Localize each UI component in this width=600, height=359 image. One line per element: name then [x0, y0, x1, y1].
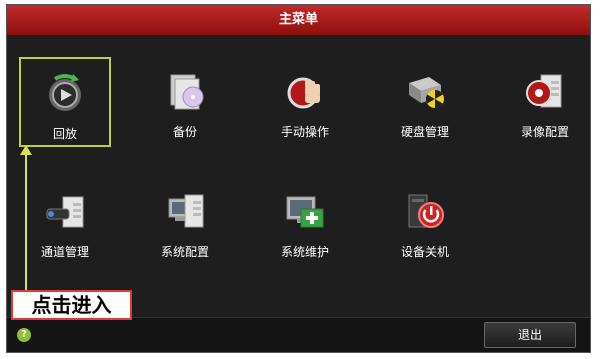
- menu-item-label: 录像配置: [520, 125, 569, 139]
- menu-item-system-maintenance[interactable]: 系统维护: [259, 177, 351, 267]
- help-icon[interactable]: ?: [17, 328, 31, 342]
- menu-item-system-config[interactable]: 系统配置: [139, 177, 231, 267]
- menu-item-label: 备份: [172, 125, 197, 139]
- disk-management-icon: [403, 69, 447, 113]
- menu-item-backup[interactable]: 备份: [139, 57, 231, 147]
- annotation-arrow-line: [25, 152, 27, 290]
- menu-item-label: 系统维护: [280, 245, 329, 259]
- menu-item-disk-management[interactable]: 硬盘管理: [379, 57, 471, 147]
- window-title: 主菜单: [7, 5, 590, 35]
- exit-button[interactable]: 退出: [484, 322, 576, 348]
- playback-icon: [43, 71, 87, 115]
- menu-item-label: 硬盘管理: [400, 125, 449, 139]
- menu-item-playback[interactable]: 回放: [19, 57, 111, 147]
- menu-item-shutdown[interactable]: 设备关机: [379, 177, 471, 267]
- shutdown-icon: [403, 189, 447, 233]
- menu-grid: 回放 备份 手动操作 硬盘管理 录像配置 通道管理 系统配置 系统维护 设备关机: [7, 35, 590, 315]
- record-config-icon: [523, 69, 567, 113]
- menu-footer: ? 退出: [7, 317, 590, 352]
- channel-management-icon: [43, 189, 87, 233]
- menu-item-label: 手动操作: [280, 125, 329, 139]
- menu-item-channel-management[interactable]: 通道管理: [19, 177, 111, 267]
- menu-item-record-config[interactable]: 录像配置: [499, 57, 591, 147]
- annotation-callout: 点击进入: [11, 290, 132, 320]
- backup-icon: [163, 69, 207, 113]
- menu-item-label: 设备关机: [400, 245, 449, 259]
- menu-item-label: 系统配置: [160, 245, 209, 259]
- menu-item-manual-operation[interactable]: 手动操作: [259, 57, 351, 147]
- manual-operation-icon: [283, 69, 327, 113]
- menu-item-label: 通道管理: [40, 245, 89, 259]
- system-maintenance-icon: [283, 189, 327, 233]
- annotation-arrow-head: [20, 145, 32, 155]
- menu-item-label: 回放: [52, 127, 77, 141]
- system-config-icon: [163, 189, 207, 233]
